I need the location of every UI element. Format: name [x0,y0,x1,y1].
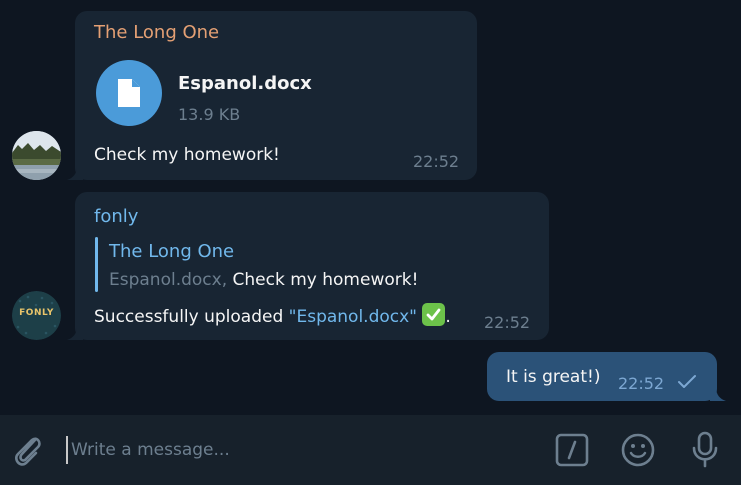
composer-bar [0,415,741,485]
microphone-icon[interactable] [690,431,720,469]
reply-bar [95,237,98,292]
message-bubble-file[interactable]: The Long One Espanol.docx 13.9 KB Check … [67,11,477,180]
message-bubble-reply[interactable]: fonly The Long One Espanol.docx, Check m… [67,192,549,340]
message-text-prefix: Successfully uploaded [94,307,289,327]
message-input[interactable] [66,436,526,464]
file-name[interactable]: Espanol.docx [178,73,312,94]
avatar-the-long-one[interactable] [12,131,61,180]
message-text-suffix: . [445,307,451,327]
reply-file-name: Espanol.docx, [109,270,228,290]
reply-sender-name[interactable]: The Long One [109,241,234,262]
reply-preview[interactable]: Espanol.docx, Check my homework! [109,270,418,290]
sender-name[interactable]: fonly [94,206,138,227]
message-text: It is great!) [506,367,601,387]
single-check-icon [678,375,696,388]
check-mark-emoji [422,303,446,326]
message-text: Check my homework! [94,145,280,165]
avatar-label: FONLY [19,308,54,318]
bubble-tail [67,166,83,180]
avatar-fonly[interactable]: FONLY [12,291,61,340]
message-time: 22:52 [618,374,665,393]
message-text: Successfully uploaded "Espanol.docx" . [94,303,451,327]
file-size: 13.9 KB [178,105,241,124]
message-time: 22:52 [484,313,531,332]
message-link[interactable]: "Espanol.docx" [289,307,417,327]
reply-text: Check my homework! [232,270,419,290]
sender-name[interactable]: The Long One [94,22,219,43]
document-icon [118,79,140,107]
emoji-icon[interactable] [621,433,655,467]
chat-area: The Long One Espanol.docx 13.9 KB Check … [0,0,741,415]
commands-icon[interactable] [555,433,589,467]
message-bubble-outgoing[interactable]: It is great!) 22:52 [487,352,726,401]
bubble-tail [710,387,726,401]
file-download-button[interactable] [96,60,162,126]
attach-icon[interactable] [11,432,43,468]
message-time: 22:52 [413,152,460,171]
bubble-tail [67,326,83,340]
